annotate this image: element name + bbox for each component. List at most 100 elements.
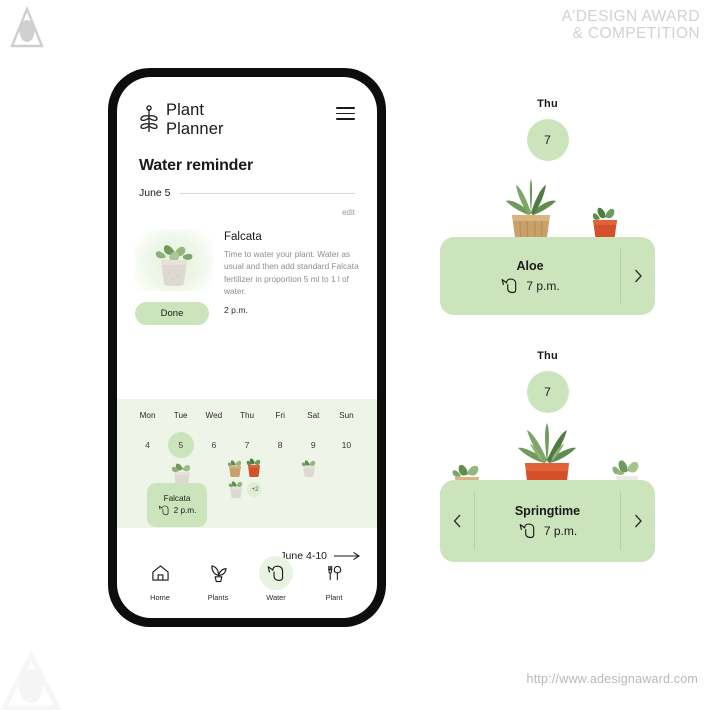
calendar-dow: Wed (205, 411, 223, 420)
detail-day-number: 7 (526, 119, 569, 161)
detail-day-of-week: Thu (537, 98, 558, 110)
edit-row: edit (117, 199, 377, 220)
detail-time: 7 p.m. (526, 278, 560, 293)
reminder-description: Time to water your plant. Water as usual… (224, 249, 359, 297)
watering-can-icon (519, 522, 535, 538)
garden-tools-icon (327, 565, 341, 580)
phone-screen: Plant Planner Water reminder June 5 edit (117, 77, 377, 618)
nav-icon-wrap (259, 556, 293, 590)
award-logo-top-left-icon (10, 5, 44, 48)
calendar-date-cell-selected[interactable]: 5 (164, 432, 197, 458)
watering-can-icon (501, 277, 517, 293)
detail-card-main: Springtime 7 p.m. (475, 490, 620, 553)
detail-prev-button[interactable] (440, 480, 474, 562)
tooltip-plant-name: Falcata (163, 494, 191, 503)
calendar-date-cell[interactable]: 8 (264, 432, 297, 458)
brand-line-1: Plant (166, 101, 205, 119)
calendar-date-cell[interactable]: 4 (131, 432, 164, 458)
award-website-url: http://www.adesignaward.com (526, 672, 698, 686)
detail-time-row: 7 p.m. (518, 522, 577, 539)
calendar-date-cell[interactable]: 7 (230, 432, 263, 458)
detail-plant-name: Springtime (514, 503, 581, 518)
calendar-dow: Fri (275, 411, 285, 420)
calendar-date: 8 (277, 440, 283, 450)
tooltip-time-row: 2 p.m. (158, 505, 197, 516)
app-header: Plant Planner (117, 77, 377, 139)
tooltip-time: 2 p.m. (173, 506, 197, 515)
page-title: Water reminder (139, 157, 253, 174)
detail-card-body[interactable]: Aloe 7 p.m. (440, 237, 655, 315)
detail-plant-name: Aloe (516, 258, 544, 273)
calendar-plants-fri (264, 458, 297, 514)
calendar-date-cell[interactable]: 9 (297, 432, 330, 458)
calendar-date: 6 (211, 440, 217, 450)
reminder-left-column: Done (135, 229, 213, 325)
detail-card-body[interactable]: Springtime 7 p.m. (440, 480, 655, 562)
nav-label: Plant (325, 593, 343, 602)
week-calendar: Mon Tue Wed Thu Fri Sat Sun 4 5 6 7 8 9 … (117, 399, 377, 562)
calendar-date: 9 (310, 440, 316, 450)
calendar-date: 5 (178, 440, 184, 450)
nav-label: Plants (207, 593, 229, 602)
nav-label: Water (266, 593, 286, 602)
extra-plants-badge[interactable]: +2 (247, 482, 263, 497)
mini-potted-plant-icon (228, 460, 242, 477)
date-divider (179, 192, 355, 194)
reminder-right-column: Falcata Time to water your plant. Water … (224, 229, 359, 325)
app-brand-name: Plant Planner (166, 101, 224, 139)
award-logo-bottom-left-icon (0, 652, 62, 710)
calendar-date: 4 (145, 440, 150, 450)
nav-item-home[interactable]: Home (136, 556, 184, 602)
calendar-dow: Tue (173, 411, 188, 420)
detail-day-number: 7 (526, 371, 569, 413)
sprout-logo-icon (140, 105, 158, 132)
calendar-dow: Mon (139, 411, 156, 420)
calendar-date-cell[interactable]: 6 (197, 432, 230, 458)
chevron-right-icon (634, 269, 642, 283)
calendar-plants-sat (297, 458, 330, 514)
detail-time-row: 7 p.m. (500, 277, 560, 294)
done-button[interactable]: Done (135, 302, 209, 325)
award-watermark-text: A'DESIGN AWARD & COMPETITION (562, 8, 700, 42)
nav-icon-wrap (143, 556, 177, 590)
calendar-dow: Thu (239, 411, 255, 420)
nav-icon-wrap (317, 556, 351, 590)
edit-link[interactable]: edit (342, 208, 355, 217)
nav-label: Home (150, 593, 170, 602)
date-label: June 5 (139, 187, 171, 199)
detail-day-of-week: Thu (537, 350, 558, 362)
calendar-date: 10 (341, 440, 352, 450)
home-icon (151, 565, 169, 581)
potted-plant-icon (210, 564, 227, 582)
nav-item-water[interactable]: Water (252, 556, 300, 602)
hamburger-menu-icon[interactable] (336, 101, 355, 120)
nav-item-plant[interactable]: Plant (310, 556, 358, 602)
detail-next-button[interactable] (621, 237, 655, 315)
calendar-plants-thu: +2 (228, 458, 263, 514)
detail-card-springtime: Thu 7 Springtime 7 p.m. (440, 350, 655, 562)
award-watermark-line2: & COMPETITION (572, 25, 700, 42)
date-row: June 5 (117, 175, 377, 199)
mini-potted-plant-icon (301, 460, 315, 477)
calendar-date-row: 4 5 6 7 8 9 10 (131, 432, 363, 458)
calendar-plants-sun (330, 458, 363, 514)
nav-item-plants[interactable]: Plants (194, 556, 242, 602)
nav-icon-wrap (201, 556, 235, 590)
chevron-right-icon (634, 514, 642, 528)
phone-mockup: Plant Planner Water reminder June 5 edit (108, 68, 386, 627)
calendar-date: 7 (244, 440, 250, 450)
watering-can-icon (158, 505, 169, 516)
brand-line-2: Planner (166, 120, 224, 138)
calendar-reminder-tooltip[interactable]: Falcata 2 p.m. (147, 483, 207, 527)
calendar-dow-row: Mon Tue Wed Thu Fri Sat Sun (131, 411, 363, 420)
reminder-plant-name: Falcata (224, 231, 262, 243)
mini-potted-plant-icon (247, 458, 261, 477)
potted-succulent-photo (135, 229, 213, 291)
calendar-dow: Sat (307, 411, 320, 420)
detail-card-main: Aloe 7 p.m. (440, 245, 620, 308)
calendar-date-cell[interactable]: 10 (330, 432, 363, 458)
detail-next-button[interactable] (621, 480, 655, 562)
mini-potted-plant-icon (229, 481, 243, 498)
reminder-time: 2 p.m. (224, 304, 248, 315)
app-brand: Plant Planner (139, 101, 224, 139)
